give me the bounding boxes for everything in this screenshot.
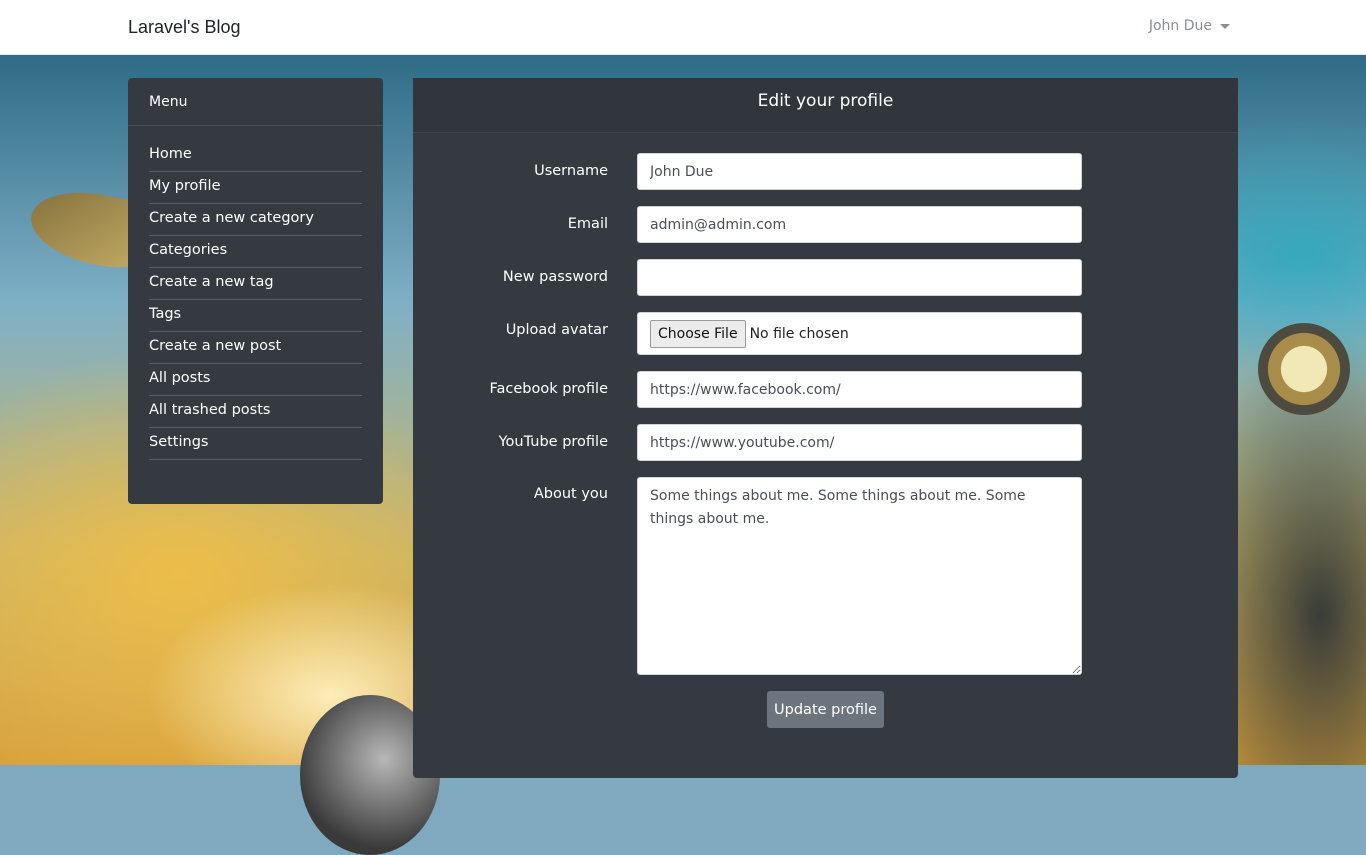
menu-item-create-post[interactable]: Create a new post (149, 332, 362, 364)
menu-item-my-profile[interactable]: My profile (149, 172, 362, 204)
youtube-input[interactable] (637, 424, 1082, 461)
menu-item-settings[interactable]: Settings (149, 428, 362, 460)
sidebar-menu: Menu Home My profile Create a new catego… (128, 78, 383, 504)
menu-item-create-tag[interactable]: Create a new tag (149, 268, 362, 300)
menu-item-create-category[interactable]: Create a new category (149, 204, 362, 236)
menu-item-tags[interactable]: Tags (149, 300, 362, 332)
username-input[interactable] (637, 153, 1082, 190)
about-textarea[interactable]: Some things about me. Some things about … (637, 477, 1082, 675)
username-label: Username (534, 163, 608, 179)
facebook-label: Facebook profile (489, 381, 608, 397)
background-headlamp-shape (1258, 323, 1350, 415)
about-label: About you (533, 486, 608, 502)
youtube-label: YouTube profile (498, 434, 608, 450)
page-title: Edit your profile (413, 78, 1238, 133)
facebook-input[interactable] (637, 371, 1082, 408)
menu-title: Menu (128, 78, 383, 126)
menu-item-trashed-posts[interactable]: All trashed posts (149, 396, 362, 428)
email-label: Email (567, 216, 608, 232)
update-profile-button[interactable]: Update profile (767, 691, 884, 728)
email-input[interactable] (637, 206, 1082, 243)
user-name: John Due (1148, 18, 1212, 34)
new-password-label: New password (502, 269, 608, 285)
avatar-file-input: Choose File No file chosen (637, 312, 1082, 355)
new-password-input[interactable] (637, 259, 1082, 296)
top-navbar: Laravel's Blog John Due (0, 0, 1366, 55)
brand-link[interactable]: Laravel's Blog (128, 17, 241, 38)
edit-profile-card: Edit your profile Username Email New pas… (413, 78, 1238, 778)
user-dropdown[interactable]: John Due (1149, 18, 1230, 34)
file-status-text: No file chosen (749, 325, 849, 342)
menu-list: Home My profile Create a new category Ca… (128, 126, 383, 460)
menu-item-categories[interactable]: Categories (149, 236, 362, 268)
menu-item-all-posts[interactable]: All posts (149, 364, 362, 396)
menu-item-home[interactable]: Home (149, 140, 362, 172)
caret-down-icon (1220, 23, 1230, 29)
choose-file-button[interactable]: Choose File (650, 319, 746, 348)
upload-avatar-label: Upload avatar (505, 322, 608, 338)
